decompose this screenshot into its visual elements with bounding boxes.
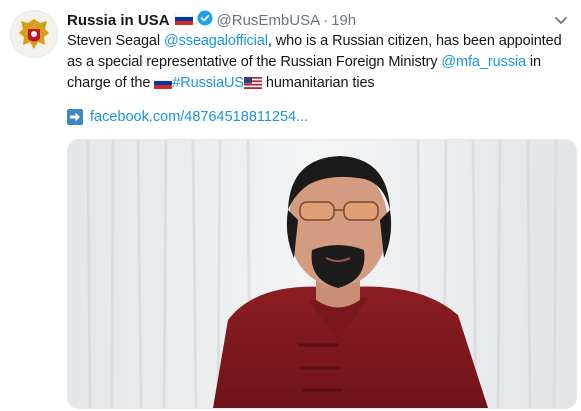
verified-badge-icon <box>197 10 213 30</box>
timestamp[interactable]: 19h <box>331 12 356 29</box>
link-url[interactable]: facebook.com/48764518811254... <box>90 109 308 125</box>
russia-flag-icon <box>154 75 173 96</box>
display-name[interactable]: Russia in USA <box>67 12 170 29</box>
portrait-photo <box>68 140 576 408</box>
separator-dot: · <box>323 11 329 29</box>
profile-avatar[interactable] <box>10 10 58 58</box>
tweet-header: Russia in USA @RusEmbUSA · 19h <box>67 10 551 30</box>
hashtag-russiaus[interactable]: #RussiaUS <box>172 75 244 91</box>
external-link[interactable]: facebook.com/48764518811254... <box>67 109 308 125</box>
user-handle[interactable]: @RusEmbUSA <box>217 12 321 29</box>
mention-mfa-russia[interactable]: @mfa_russia <box>441 54 526 70</box>
coat-of-arms-icon <box>11 11 57 57</box>
tweet-text: Steven Seagal @sseagalofficial, who is a… <box>67 31 577 96</box>
tweet-media-photo[interactable] <box>67 139 577 409</box>
chevron-down-icon[interactable] <box>553 12 569 28</box>
usa-flag-icon <box>243 75 262 96</box>
text-part: humanitarian ties <box>261 75 375 91</box>
arrow-right-icon <box>67 109 83 125</box>
russia-flag-icon <box>174 12 193 29</box>
text-part: Steven Seagal <box>67 33 164 49</box>
mention-sseagalofficial[interactable]: @sseagalofficial <box>164 33 268 49</box>
